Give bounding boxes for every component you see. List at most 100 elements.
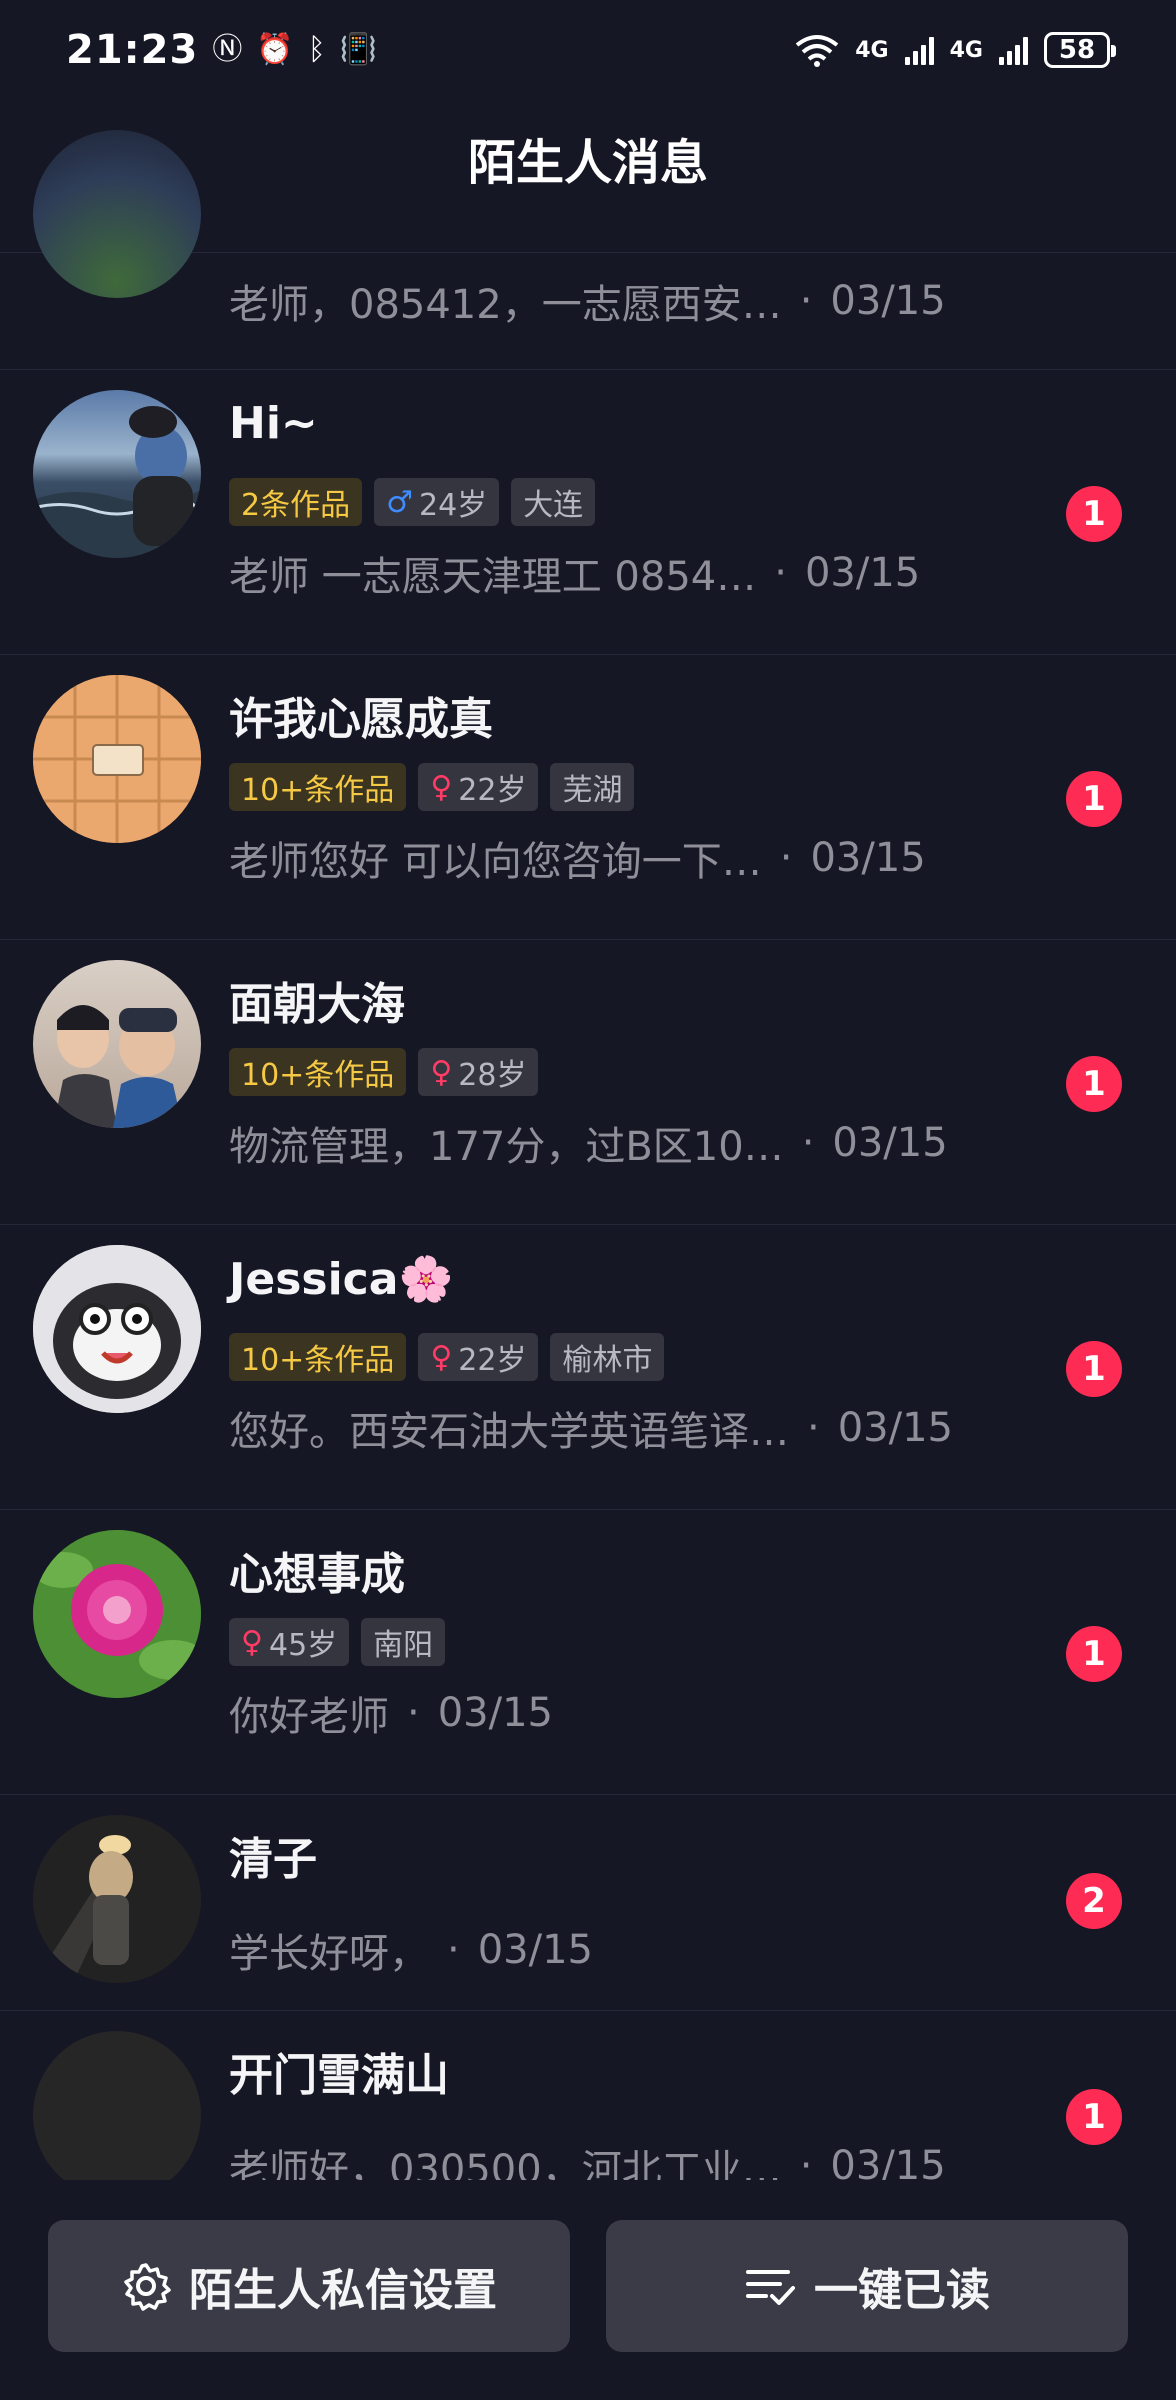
conversation-row[interactable]: 面朝大海 10+条作品 ♀ 28岁 物流管理，177分，过B区10… · 03/… xyxy=(0,940,1176,1225)
gender-age-tag: ♀ 28岁 xyxy=(418,1048,539,1096)
stranger-message-settings-button[interactable]: 陌生人私信设置 xyxy=(48,2220,570,2352)
message-date: 03/15 xyxy=(830,278,946,324)
message-preview: 物流管理，177分，过B区10… · 03/15 xyxy=(229,1114,976,1172)
conversation-list: 老师，085412，一志愿西安… · 03/15 Hi~ 2条作品 ♂ 24岁 … xyxy=(0,130,1176,2227)
unread-badge: 1 xyxy=(1066,1341,1122,1397)
clock: 21:23 xyxy=(66,27,199,73)
female-icon: ♀ xyxy=(430,1339,453,1375)
network-type-1: 4G xyxy=(855,37,889,63)
works-count-tag: 10+条作品 xyxy=(229,1333,407,1381)
read-all-label: 一键已读 xyxy=(814,2265,990,2316)
message-text: 您好。西安石油大学英语笔译… xyxy=(229,1409,789,1455)
unread-badge: 2 xyxy=(1066,1873,1122,1929)
age-text: 28岁 xyxy=(458,1058,527,1093)
unread-badge: 1 xyxy=(1066,1626,1122,1682)
tag-list: ♀ 45岁 南阳 xyxy=(229,1618,446,1666)
gender-age-tag: ♀ 22岁 xyxy=(418,763,539,811)
tag-list: 2条作品 ♂ 24岁 大连 xyxy=(229,478,596,526)
message-preview: 老师，085412，一志愿西安… · 03/15 xyxy=(229,272,976,330)
gender-age-tag: ♂ 24岁 xyxy=(374,478,500,526)
avatar xyxy=(33,1245,201,1413)
contact-name: 心想事成 xyxy=(229,1549,405,1600)
message-preview: 老师 一志愿天津理工 0854… · 03/15 xyxy=(229,544,976,602)
city-tag: 榆林市 xyxy=(550,1333,665,1381)
avatar xyxy=(33,1530,201,1698)
signal-icon xyxy=(999,35,1028,65)
message-preview: 您好。西安石油大学英语笔译… · 03/15 xyxy=(229,1399,976,1457)
avatar xyxy=(33,130,201,298)
contact-name: 面朝大海 xyxy=(229,979,405,1030)
avatar xyxy=(33,960,201,1128)
message-date: 03/15 xyxy=(832,1120,948,1166)
conversation-row[interactable]: 心想事成 ♀ 45岁 南阳 你好老师 · 03/15 1 xyxy=(0,1510,1176,1795)
unread-badge: 1 xyxy=(1066,2089,1122,2145)
separator-dot: · xyxy=(801,1120,815,1166)
contact-name: 清子 xyxy=(229,1834,317,1885)
battery-indicator: 58 xyxy=(1044,32,1116,68)
separator-dot: · xyxy=(407,1690,420,1736)
tag-list: 10+条作品 ♀ 22岁 榆林市 xyxy=(229,1333,665,1381)
conversation-row[interactable]: Hi~ 2条作品 ♂ 24岁 大连 老师 一志愿天津理工 0854… · 03/… xyxy=(0,370,1176,655)
wifi-icon xyxy=(796,35,839,67)
message-preview: 老师您好 可以向您咨询一下… · 03/15 xyxy=(229,829,976,887)
avatar xyxy=(33,2031,201,2199)
separator-dot: · xyxy=(807,1405,820,1451)
tag-list: 10+条作品 ♀ 22岁 芜湖 xyxy=(229,763,635,811)
message-date: 03/15 xyxy=(437,1690,553,1736)
bottom-action-bar: 陌生人私信设置 一键已读 xyxy=(0,2180,1176,2400)
age-text: 22岁 xyxy=(458,1343,527,1378)
works-count-tag: 10+条作品 xyxy=(229,1048,407,1096)
message-text: 你好老师 xyxy=(229,1694,389,1740)
avatar-image xyxy=(33,1245,201,1413)
message-date: 03/15 xyxy=(837,1405,953,1451)
mark-all-read-button[interactable]: 一键已读 xyxy=(606,2220,1128,2352)
unread-badge: 1 xyxy=(1066,486,1122,542)
works-count-tag: 10+条作品 xyxy=(229,763,407,811)
alarm-icon: ⏰ xyxy=(256,32,294,67)
nfc-icon: Ⓝ xyxy=(212,32,243,67)
age-text: 45岁 xyxy=(268,1628,338,1663)
separator-dot: · xyxy=(779,835,793,881)
separator-dot: · xyxy=(774,550,787,596)
settings-label: 陌生人私信设置 xyxy=(189,2265,497,2316)
age-text: 22岁 xyxy=(458,773,527,808)
status-left: 21:23 Ⓝ ⏰ ᛒ 📳 xyxy=(66,27,377,73)
conversation-row[interactable]: 许我心愿成真 10+条作品 ♀ 22岁 芜湖 老师您好 可以向您咨询一下… · … xyxy=(0,655,1176,940)
network-type-2: 4G xyxy=(949,37,983,63)
female-icon: ♀ xyxy=(241,1624,263,1660)
avatar xyxy=(33,390,201,558)
conversation-row[interactable]: 清子 学长好呀， · 03/15 2 xyxy=(0,1795,1176,2011)
separator-dot: · xyxy=(447,1927,460,1973)
message-date: 03/15 xyxy=(804,550,921,596)
signal-icon xyxy=(904,35,934,65)
city-tag: 芜湖 xyxy=(550,763,635,811)
avatar-image xyxy=(33,406,201,558)
unread-badge: 1 xyxy=(1066,771,1122,827)
message-text: 老师，085412，一志愿西安… xyxy=(229,282,782,328)
gender-age-tag: ♀ 22岁 xyxy=(418,1333,539,1381)
city-tag: 南阳 xyxy=(361,1618,446,1666)
tag-list: 10+条作品 ♀ 28岁 xyxy=(229,1048,539,1096)
message-preview: 你好老师 · 03/15 xyxy=(229,1684,976,1742)
avatar-image xyxy=(33,1815,201,1983)
message-text: 老师您好 可以向您咨询一下… xyxy=(229,839,762,885)
vibrate-icon: 📳 xyxy=(339,32,378,67)
gear-icon xyxy=(124,2263,171,2311)
message-preview: 学长好呀， · 03/15 xyxy=(229,1921,976,1979)
male-icon: ♂ xyxy=(386,484,413,520)
separator-dot: · xyxy=(799,278,813,324)
conversation-row[interactable]: Jessica🌸 10+条作品 ♀ 22岁 榆林市 您好。西安石油大学英语笔译…… xyxy=(0,1225,1176,1510)
message-date: 03/15 xyxy=(477,1927,593,1973)
message-text: 物流管理，177分，过B区10… xyxy=(229,1124,784,1170)
age-text: 24岁 xyxy=(419,488,488,523)
avatar-image xyxy=(53,1005,183,1128)
works-count-tag: 2条作品 xyxy=(229,478,363,526)
city-tag: 大连 xyxy=(511,478,596,526)
message-text: 学长好呀， xyxy=(229,1931,429,1977)
message-date: 03/15 xyxy=(810,835,926,881)
conversation-row[interactable]: 老师，085412，一志愿西安… · 03/15 xyxy=(0,130,1176,370)
contact-name: Jessica🌸 xyxy=(229,1254,454,1305)
status-right: 4G 4G 58 xyxy=(795,32,1116,68)
avatar-image xyxy=(33,675,201,843)
status-bar: 21:23 Ⓝ ⏰ ᛒ 📳 4G 4G 58 xyxy=(0,0,1176,100)
